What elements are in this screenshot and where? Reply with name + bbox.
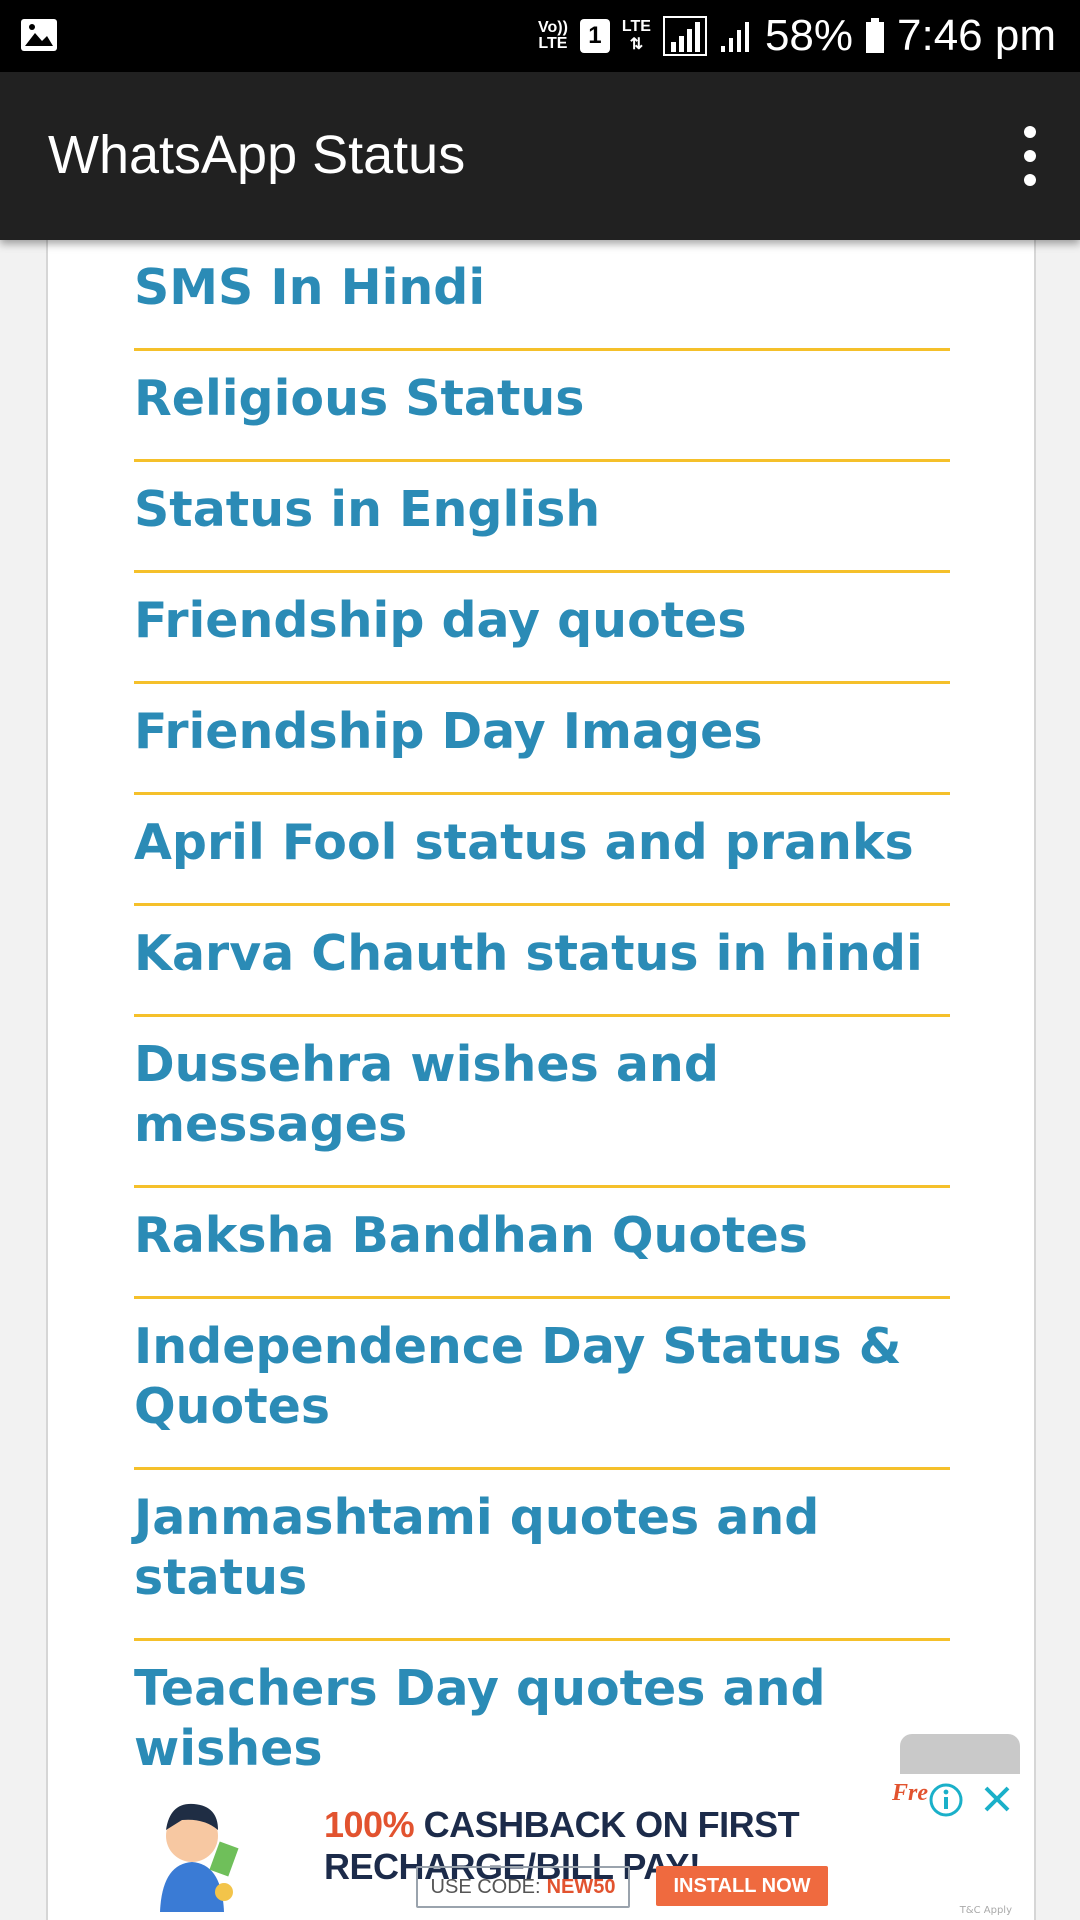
- category-link[interactable]: Independence Day Status & Quotes: [134, 1317, 950, 1437]
- ad-code-value: NEW50: [546, 1875, 616, 1898]
- ad-terms-text: T&C Apply: [959, 1905, 1012, 1916]
- ad-info-icon[interactable]: [928, 1782, 964, 1818]
- menu-dot: [1024, 150, 1036, 162]
- ad-character-illustration: [160, 1803, 239, 1912]
- signal-strength-secondary-icon: [720, 22, 749, 52]
- list-item: Karva Chauth status in hindi: [134, 906, 950, 1017]
- battery-icon: [866, 18, 885, 53]
- volte-top-label: Vo)): [537, 19, 568, 36]
- list-item: Friendship Day Images: [134, 684, 950, 795]
- ad-promo-code: USE CODE: NEW50: [416, 1866, 630, 1908]
- overflow-menu-icon[interactable]: [1010, 126, 1050, 186]
- gallery-notification-icon: [21, 19, 57, 51]
- status-bar: Vo)) LTE 1 LTE ⇅ 58% 7:46 pm: [0, 0, 1080, 72]
- lte-data-indicator: LTE ⇅: [622, 18, 651, 54]
- clock: 7:46 pm: [897, 11, 1056, 60]
- data-arrows-icon: ⇅: [629, 36, 644, 53]
- list-item: Dussehra wishes and messages: [134, 1017, 950, 1188]
- volte-indicator: Vo)) LTE: [538, 20, 568, 52]
- ad-headline-accent: 100%: [324, 1804, 415, 1845]
- ad-brand-logo: Fre: [892, 1780, 928, 1806]
- list-item: SMS In Hindi: [134, 240, 950, 351]
- volte-bottom-label: LTE: [538, 35, 568, 52]
- category-link[interactable]: Janmashtami quotes and status: [134, 1488, 950, 1608]
- list-item: April Fool status and pranks: [134, 795, 950, 906]
- menu-dot: [1024, 174, 1036, 186]
- list-item: Religious Status: [134, 351, 950, 462]
- ad-install-button[interactable]: INSTALL NOW: [656, 1866, 828, 1906]
- battery-percent: 58%: [764, 11, 854, 60]
- status-category-list: SMS In Hindi Religious Status Status in …: [134, 240, 950, 1812]
- content-card: SMS In Hindi Religious Status Status in …: [46, 240, 1036, 1920]
- list-item: Raksha Bandhan Quotes: [134, 1188, 950, 1299]
- category-link[interactable]: Raksha Bandhan Quotes: [134, 1206, 950, 1266]
- list-item: Friendship day quotes: [134, 573, 950, 684]
- category-link[interactable]: Status in English: [134, 480, 950, 540]
- sim-badge: 1: [579, 19, 610, 53]
- category-link[interactable]: Teachers Day quotes and wishes: [134, 1659, 950, 1779]
- category-link[interactable]: SMS In Hindi: [134, 258, 950, 318]
- ad-banner[interactable]: 100% CASHBACK ON FIRST RECHARGE/BILL PAY…: [80, 1774, 1020, 1920]
- menu-dot: [1024, 126, 1036, 138]
- list-item: Janmashtami quotes and status: [134, 1470, 950, 1641]
- scroll-thumb[interactable]: [900, 1734, 1020, 1774]
- category-link[interactable]: Religious Status: [134, 369, 950, 429]
- ad-close-icon[interactable]: [978, 1780, 1016, 1818]
- list-item: Status in English: [134, 462, 950, 573]
- list-item: Independence Day Status & Quotes: [134, 1299, 950, 1470]
- lte-label: LTE: [621, 18, 651, 35]
- signal-strength-icon: [662, 16, 707, 56]
- status-indicators: Vo)) LTE 1 LTE ⇅ 58% 7:46 pm: [538, 0, 1056, 72]
- ad-code-label: USE CODE:: [430, 1875, 541, 1898]
- category-link[interactable]: Friendship Day Images: [134, 702, 950, 762]
- app-bar: WhatsApp Status: [0, 72, 1080, 240]
- category-link[interactable]: Friendship day quotes: [134, 591, 950, 651]
- app-title: WhatsApp Status: [48, 125, 466, 185]
- category-link[interactable]: April Fool status and pranks: [134, 813, 950, 873]
- category-link[interactable]: Dussehra wishes and messages: [134, 1035, 950, 1155]
- category-link[interactable]: Karva Chauth status in hindi: [134, 924, 950, 984]
